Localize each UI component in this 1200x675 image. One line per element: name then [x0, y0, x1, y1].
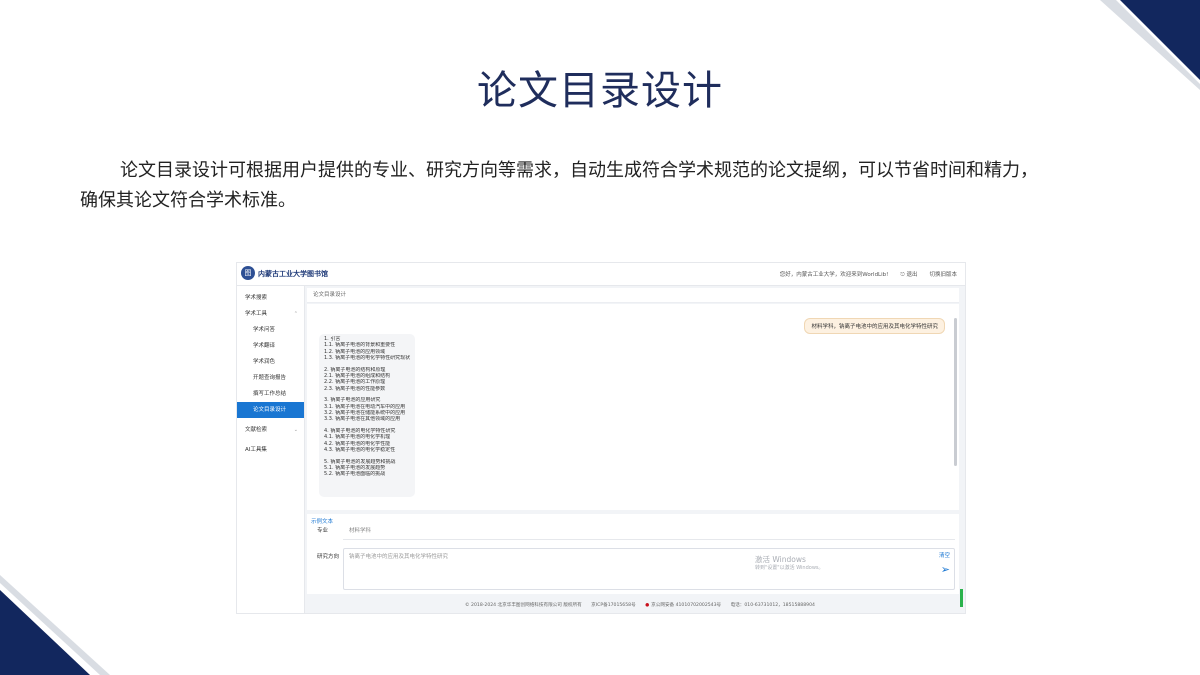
major-field[interactable]: 材料学科: [349, 526, 371, 534]
watermark-line-1: 激活 Windows: [755, 555, 806, 564]
answer-line: 1.3. 钠离子电池的电化学特性研究现状: [324, 355, 410, 362]
panel-title: 论文目录设计: [307, 288, 959, 303]
sidebar-item-literature-search[interactable]: 文献检索 ⌄: [237, 422, 304, 438]
slide-body-text: 论文目录设计可根据用户提供的专业、研究方向等需求，自动生成符合学术规范的论文提纲…: [80, 160, 1038, 211]
sidebar-item-academic-search[interactable]: 学术搜索: [237, 290, 304, 306]
slide-title: 论文目录设计: [477, 68, 723, 114]
windows-activation-watermark: 激活 Windows 转到"设置"以激活 Windows。: [755, 555, 824, 573]
app-screenshot: 图 内蒙古工业大学图书馆 您好，内蒙古工业大学，欢迎来到WorldLib! ⎋ …: [236, 262, 966, 614]
main-area: 论文目录设计 材料学科，钠离子电池中的应用及其电化学特性研究 1. 引言 1.1…: [307, 288, 959, 594]
logout-icon: ⎋: [900, 272, 905, 278]
direction-label: 研究方向: [317, 554, 340, 560]
chat-scrollbar[interactable]: [954, 318, 957, 466]
sidebar-item-label: AI工具集: [245, 447, 267, 453]
answer-line: 5.2. 钠离子电池面临的挑战: [324, 471, 386, 478]
app-header: 图 内蒙古工业大学图书馆 您好，内蒙古工业大学，欢迎来到WorldLib! ⎋ …: [237, 263, 965, 286]
sidebar-item-academic-tools[interactable]: 学术工具 ⌃: [237, 306, 304, 322]
major-row: 专业 材料学科: [307, 526, 959, 540]
research-direction-input[interactable]: 钠离子电池中的应用及其电化学特性研究 清空 ➢: [343, 548, 955, 590]
sidebar-item-proposal-report[interactable]: 开题查询报告: [237, 370, 304, 386]
footer-police[interactable]: 京公网安备 41010702002543号: [651, 603, 721, 608]
sidebar-item-academic-qa[interactable]: 学术问答: [237, 322, 304, 338]
page-footer: © 2018-2024 北京华丰图创网络科技有限公司 版权所有 京ICP备170…: [305, 599, 959, 613]
answer-section-2: 2. 钠离子电池的结构和原理 2.1. 钠离子电池的组成和结构 2.2. 钠离子…: [324, 367, 410, 393]
side-status-bar: [960, 589, 963, 607]
chevron-up-icon: ⌃: [293, 311, 298, 317]
sidebar-item-academic-polish[interactable]: 学术润色: [237, 354, 304, 370]
sidebar-item-label: 学术翻译: [253, 343, 276, 349]
user-message-bubble: 材料学科，钠离子电池中的应用及其电化学特性研究: [804, 318, 945, 334]
input-form: 示例文本 专业 材料学科 研究方向 钠离子电池中的应用及其电化学特性研究 清空 …: [307, 514, 959, 594]
chat-area: 材料学科，钠离子电池中的应用及其电化学特性研究 1. 引言 1.1. 钠离子电池…: [307, 304, 959, 510]
footer-copyright: © 2018-2024 北京华丰图创网络科技有限公司 版权所有: [465, 603, 582, 608]
major-label: 专业: [317, 528, 329, 534]
sidebar-item-work-summary[interactable]: 撰写工作总结: [237, 386, 304, 402]
answer-bubble: 1. 引言 1.1. 钠离子电池的背景和重要性 1.2. 钠离子电池的应用领域 …: [319, 334, 415, 497]
logout-label: 退出: [906, 272, 918, 278]
sidebar-item-outline-design[interactable]: 论文目录设计: [237, 402, 304, 418]
answer-section-3: 3. 钠离子电池的应用研究 3.1. 钠离子电池在电动汽车中的应用 3.2. 钠…: [324, 397, 410, 423]
sidebar-item-label: 学术润色: [253, 359, 276, 365]
example-text-link[interactable]: 示例文本: [307, 514, 959, 526]
sidebar-item-ai-tools[interactable]: AI工具集: [237, 442, 304, 458]
send-icon[interactable]: ➢: [941, 563, 950, 576]
footer-icp[interactable]: 京ICP备17015658号: [591, 603, 636, 608]
answer-section-5: 5. 钠离子电池的发展趋势和挑战 5.1. 钠离子电池的发展趋势 5.2. 钠离…: [324, 459, 410, 478]
sidebar-item-label: 论文目录设计: [253, 407, 287, 413]
sidebar-item-academic-translate[interactable]: 学术翻译: [237, 338, 304, 354]
header-user-area: 您好，内蒙古工业大学，欢迎来到WorldLib! ⎋ 退出 切换旧版本: [780, 270, 957, 279]
answer-line: 3.3. 钠离子电池在其他领域的应用: [324, 416, 401, 423]
answer-section-1: 1. 引言 1.1. 钠离子电池的背景和重要性 1.2. 钠离子电池的应用领域 …: [324, 336, 410, 362]
welcome-text: 您好，内蒙古工业大学，欢迎来到WorldLib!: [779, 272, 889, 278]
sidebar-item-label: 学术工具: [245, 311, 268, 317]
footer-phone: 电话：010-63731012，18515888904: [730, 603, 815, 608]
watermark-line-2: 转到"设置"以激活 Windows。: [755, 565, 824, 571]
university-logo-icon: 图: [241, 266, 255, 280]
sidebar-item-label: 撰写工作总结: [253, 391, 287, 397]
sidebar: 学术搜索 学术工具 ⌃ 学术问答 学术翻译 学术润色 开题查询报告 撰写工作总结 …: [237, 286, 305, 613]
sidebar-item-label: 文献检索: [245, 427, 268, 433]
sidebar-item-label: 学术搜索: [245, 295, 268, 301]
sidebar-item-label: 开题查询报告: [253, 375, 287, 381]
research-direction-placeholder: 钠离子电池中的应用及其电化学特性研究: [349, 554, 449, 560]
clear-button[interactable]: 清空: [939, 551, 950, 559]
logout-link[interactable]: ⎋ 退出: [900, 270, 917, 279]
library-logo-text: 内蒙古工业大学图书馆: [258, 270, 328, 278]
police-badge-icon: ●: [645, 603, 650, 608]
switch-version-link[interactable]: 切换旧版本: [929, 270, 957, 279]
sidebar-item-label: 学术问答: [253, 327, 276, 333]
chevron-down-icon: ⌄: [293, 427, 298, 433]
answer-section-4: 4. 钠离子电池的电化学特性研究 4.1. 钠离子电池的电化学机理 4.2. 钠…: [324, 428, 410, 454]
direction-row: 研究方向 钠离子电池中的应用及其电化学特性研究 清空 ➢: [307, 548, 959, 592]
corner-decoration-bottom-left: [0, 575, 110, 675]
